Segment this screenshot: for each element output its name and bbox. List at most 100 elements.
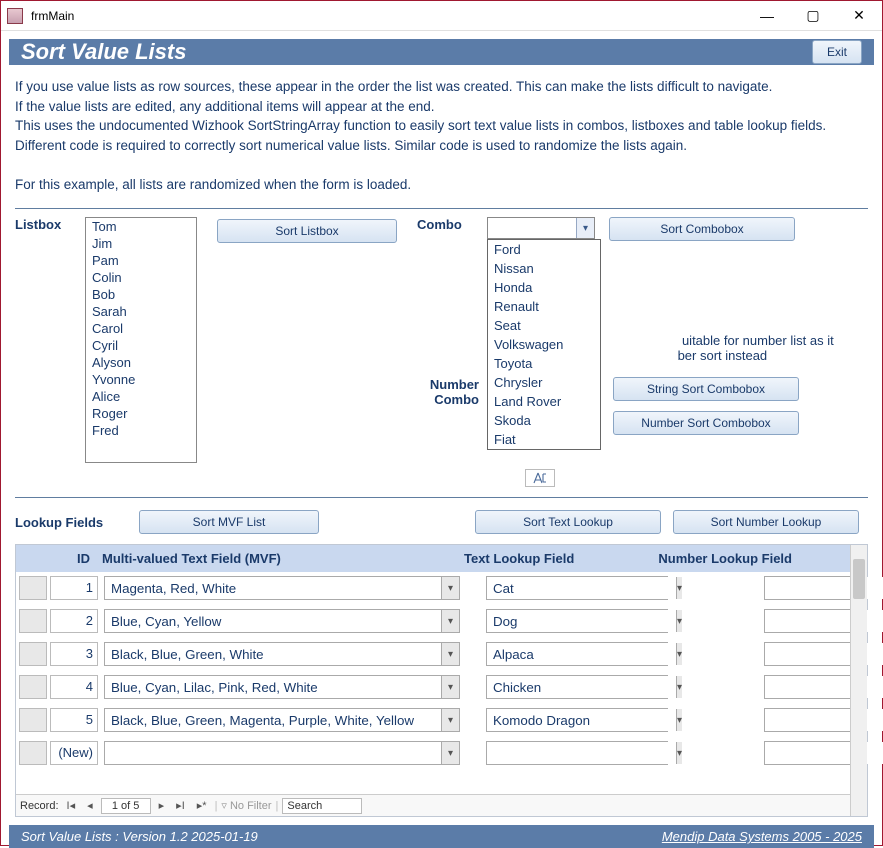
sort-text-lookup-button[interactable]: Sort Text Lookup [475, 510, 661, 534]
chevron-down-icon[interactable]: ▾ [441, 742, 459, 764]
recnav-prev-button[interactable]: ◂ [83, 799, 97, 812]
row-selector[interactable] [19, 609, 47, 633]
id-cell[interactable]: 4 [50, 675, 98, 699]
grid-cell-dropdown[interactable]: ▾ [486, 642, 668, 666]
grid-cell-dropdown[interactable]: ▾ [104, 609, 460, 633]
grid-cell-dropdown[interactable]: ▾ [486, 675, 668, 699]
id-cell[interactable]: 1 [50, 576, 98, 600]
chevron-down-icon[interactable]: ▾ [441, 577, 459, 599]
grid-cell-dropdown[interactable]: ▾ [764, 642, 850, 666]
grid-cell-dropdown[interactable]: ▾ [486, 708, 668, 732]
grid-cell-input[interactable] [487, 610, 676, 632]
grid-cell-dropdown[interactable]: ▾ [764, 741, 850, 765]
recnav-next-button[interactable]: ▸ [155, 799, 169, 812]
combo-option[interactable]: Ford [488, 240, 600, 259]
combo-option[interactable]: Honda [488, 278, 600, 297]
listbox-item[interactable]: Alice [86, 388, 196, 405]
chevron-down-icon[interactable]: ▾ [441, 643, 459, 665]
grid-cell-input[interactable] [105, 643, 441, 665]
listbox-item[interactable]: Fred [86, 422, 196, 439]
chevron-down-icon[interactable]: ▾ [676, 709, 682, 731]
minimize-button[interactable]: — [744, 1, 790, 31]
combo-option[interactable]: Fiat [488, 430, 600, 449]
listbox-item[interactable]: Bob [86, 286, 196, 303]
grid-cell-dropdown[interactable]: ▾ [104, 576, 460, 600]
combo-option[interactable]: Seat [488, 316, 600, 335]
listbox-item[interactable]: Tom [86, 218, 196, 235]
id-cell[interactable]: 5 [50, 708, 98, 732]
grid-cell-input[interactable] [487, 742, 676, 764]
grid-cell-dropdown[interactable]: ▾ [486, 609, 668, 633]
grid-cell-input[interactable] [487, 643, 676, 665]
exit-button[interactable]: Exit [812, 40, 862, 64]
chevron-down-icon[interactable]: ▾ [676, 742, 682, 764]
scrollbar-thumb[interactable] [853, 559, 865, 599]
string-sort-combobox-button[interactable]: String Sort Combobox [613, 377, 799, 401]
close-button[interactable]: ✕ [836, 1, 882, 31]
grid-cell-input[interactable] [105, 610, 441, 632]
grid-cell-dropdown[interactable]: ▾ [104, 741, 460, 765]
number-sort-combobox-button[interactable]: Number Sort Combobox [613, 411, 799, 435]
combo-option[interactable]: Volkswagen [488, 335, 600, 354]
id-cell-new[interactable]: (New) [50, 741, 98, 765]
combo-option[interactable]: Renault [488, 297, 600, 316]
combo-text[interactable] [488, 218, 576, 238]
grid-cell-dropdown[interactable]: ▾ [764, 708, 850, 732]
grid-cell-dropdown[interactable]: ▾ [486, 576, 668, 600]
maximize-button[interactable]: ▢ [790, 1, 836, 31]
grid-cell-input[interactable] [105, 709, 441, 731]
id-cell[interactable]: 2 [50, 609, 98, 633]
sort-combobox-button[interactable]: Sort Combobox [609, 217, 795, 241]
combo-option[interactable]: Land Rover [488, 392, 600, 411]
chevron-down-icon[interactable]: ▾ [576, 218, 594, 238]
grid-cell-input[interactable] [105, 676, 441, 698]
grid-cell-dropdown[interactable]: ▾ [104, 642, 460, 666]
recnav-search[interactable]: Search [282, 798, 362, 814]
combo-option[interactable]: Toyota [488, 354, 600, 373]
listbox-item[interactable]: Cyril [86, 337, 196, 354]
grid-cell-input[interactable] [487, 676, 676, 698]
recnav-position[interactable]: 1 of 5 [101, 798, 151, 814]
row-selector[interactable] [19, 642, 47, 666]
listbox-item[interactable]: Sarah [86, 303, 196, 320]
chevron-down-icon[interactable]: ▾ [441, 676, 459, 698]
listbox-item[interactable]: Yvonne [86, 371, 196, 388]
chevron-down-icon[interactable]: ▾ [676, 643, 682, 665]
grid-cell-input[interactable] [487, 577, 676, 599]
grid-cell-input[interactable] [105, 742, 441, 764]
combo-option[interactable]: Skoda [488, 411, 600, 430]
combo-input[interactable]: ▾ [487, 217, 595, 239]
row-selector[interactable] [19, 576, 47, 600]
recnav-filter[interactable]: ▿ No Filter [221, 799, 271, 812]
combo-dropdown[interactable]: FordNissanHondaRenaultSeatVolkswagenToyo… [487, 239, 601, 450]
listbox[interactable]: TomJimPamColinBobSarahCarolCyrilAlysonYv… [85, 217, 197, 463]
sort-listbox-button[interactable]: Sort Listbox [217, 219, 397, 243]
chevron-down-icon[interactable]: ▾ [441, 610, 459, 632]
grid-scrollbar[interactable] [850, 545, 867, 816]
recnav-new-button[interactable]: ▸* [193, 799, 211, 812]
listbox-item[interactable]: Carol [86, 320, 196, 337]
grid-cell-dropdown[interactable]: ▾ [764, 609, 850, 633]
listbox-item[interactable]: Alyson [86, 354, 196, 371]
chevron-down-icon[interactable]: ▾ [676, 676, 682, 698]
listbox-item[interactable]: Colin [86, 269, 196, 286]
sort-number-lookup-button[interactable]: Sort Number Lookup [673, 510, 859, 534]
recnav-last-button[interactable]: ▸I [172, 799, 189, 812]
footer-link[interactable]: Mendip Data Systems 2005 - 2025 [662, 829, 862, 844]
row-selector[interactable] [19, 708, 47, 732]
listbox-item[interactable]: Jim [86, 235, 196, 252]
grid-cell-dropdown[interactable]: ▾ [764, 675, 850, 699]
grid-cell-input[interactable] [487, 709, 676, 731]
combo-option[interactable]: Chrysler [488, 373, 600, 392]
grid-cell-dropdown[interactable]: ▾ [486, 741, 668, 765]
grid-cell-dropdown[interactable]: ▾ [764, 576, 850, 600]
listbox-item[interactable]: Roger [86, 405, 196, 422]
grid-cell-dropdown[interactable]: ▾ [104, 675, 460, 699]
grid-cell-dropdown[interactable]: ▾ [104, 708, 460, 732]
sort-mvf-button[interactable]: Sort MVF List [139, 510, 319, 534]
combo-option[interactable]: Nissan [488, 259, 600, 278]
recnav-first-button[interactable]: I◂ [63, 799, 80, 812]
chevron-down-icon[interactable]: ▾ [676, 577, 682, 599]
row-selector[interactable] [19, 741, 47, 765]
id-cell[interactable]: 3 [50, 642, 98, 666]
